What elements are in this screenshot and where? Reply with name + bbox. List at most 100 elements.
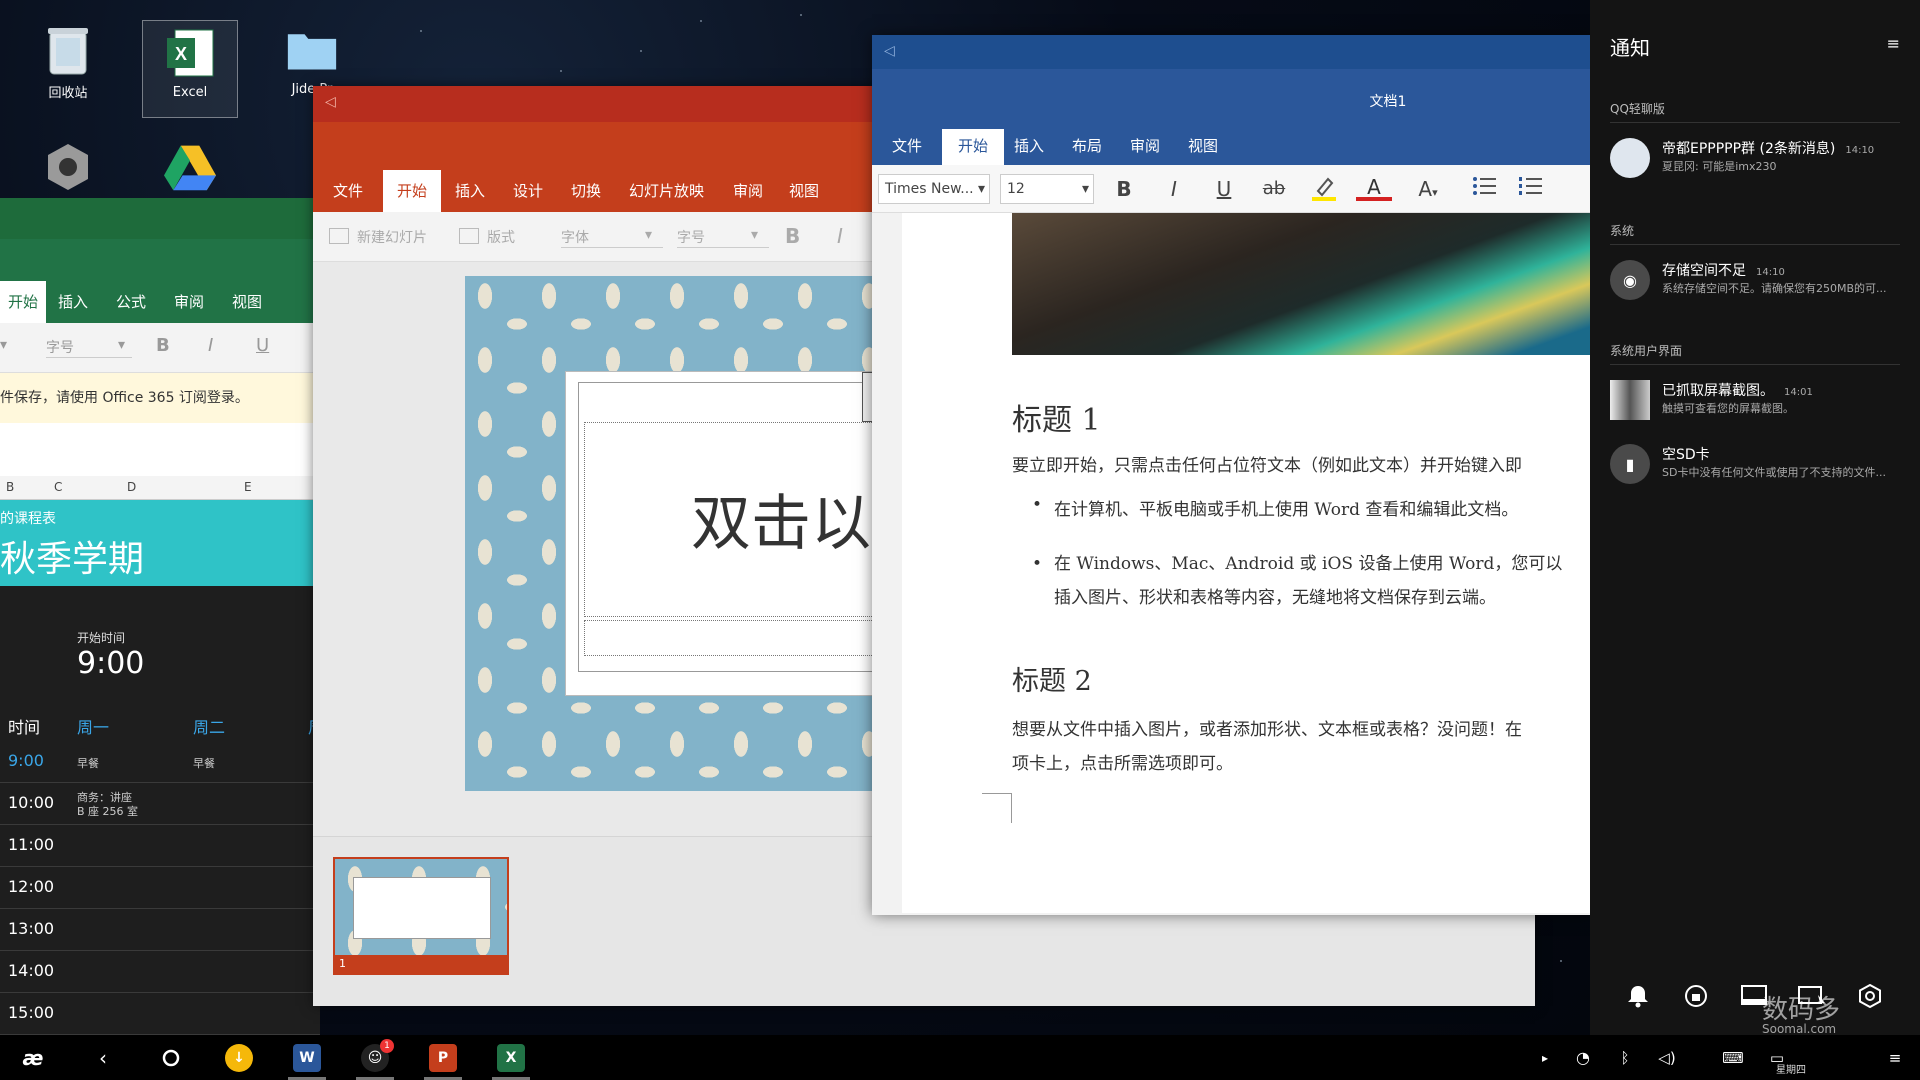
heading-2[interactable]: 标题 2 <box>1012 659 1092 698</box>
column-header-b[interactable]: B <box>6 480 14 494</box>
highlight-icon[interactable] <box>1306 175 1342 203</box>
schedule-subtitle: 的课程表 <box>0 511 56 527</box>
word-font-color-button[interactable]: A <box>1356 175 1392 201</box>
schedule-banner[interactable]: 的课程表 秋季学期 <box>0 500 320 586</box>
heading-1[interactable]: 标题 1 <box>1012 395 1101 439</box>
subtitle-placeholder[interactable]: 双 <box>584 620 885 656</box>
excel-taskbar-icon[interactable]: X <box>486 1035 536 1080</box>
excel-shortcut[interactable]: X Excel <box>142 20 238 118</box>
cast-screen-icon[interactable] <box>1794 978 1830 1014</box>
settings-icon[interactable] <box>1852 978 1888 1014</box>
word-underline-button[interactable]: U <box>1206 175 1242 203</box>
ppt-tab-transitions[interactable]: 切换 <box>571 170 601 212</box>
word-strikethrough-button[interactable]: ab <box>1256 175 1292 203</box>
font-size-chevron-icon[interactable]: ▾ <box>0 337 7 353</box>
screenshot-thumbnail <box>1610 380 1650 420</box>
schedule-cell[interactable]: B 座 256 室 <box>77 803 138 819</box>
powerpoint-taskbar-icon[interactable]: P <box>418 1035 468 1080</box>
title-placeholder[interactable]: 双击以 <box>584 422 885 617</box>
rotation-lock-icon[interactable] <box>1678 978 1714 1014</box>
settings-shortcut[interactable] <box>20 135 116 199</box>
ppt-tab-review[interactable]: 审阅 <box>733 170 763 212</box>
slide-content-frame: 双击以 双 <box>565 371 885 696</box>
bullet-item-1[interactable]: • 在计算机、平板电脑或手机上使用 Word 查看和编辑此文档。 <box>1032 495 1518 520</box>
table-row[interactable]: 9:00 早餐 早餐 <box>0 741 320 783</box>
back-icon[interactable]: ‹ <box>78 1035 128 1080</box>
ppt-tab-view[interactable]: 视图 <box>789 170 819 212</box>
document-page[interactable]: 标题 1 要立即开始，只需点击任何占位符文本（例如此文本）并开始键入即 • 在计算… <box>902 213 1592 913</box>
table-row[interactable]: 12:00 <box>0 867 320 909</box>
word-tab-layout[interactable]: 布局 <box>1072 129 1102 165</box>
word-tab-view[interactable]: 视图 <box>1188 129 1218 165</box>
ppt-bold-button[interactable]: B <box>785 224 800 248</box>
font-name-dropdown[interactable]: Times New... ▾ <box>878 174 990 204</box>
google-drive-icon <box>164 141 216 193</box>
word-tab-review[interactable]: 审阅 <box>1130 129 1160 165</box>
layout-button[interactable]: 版式 <box>487 227 515 247</box>
schedule-cell[interactable]: 早餐 <box>193 755 215 771</box>
schedule-cell[interactable]: 早餐 <box>77 755 99 771</box>
column-header-c[interactable]: C <box>54 480 62 494</box>
start-logo-icon[interactable]: æ <box>8 1035 58 1080</box>
word-bold-button[interactable]: B <box>1106 175 1142 203</box>
back-arrow-icon[interactable]: ◁ <box>325 94 336 110</box>
schedule-table: 开始时间 9:00 时间 周一 周二 周 9:00早餐早餐 10:00商务：讲座… <box>0 586 320 1035</box>
font-size-dropdown[interactable]: 12 ▾ <box>1000 174 1094 204</box>
table-row[interactable]: 13:00 <box>0 909 320 951</box>
word-taskbar-icon[interactable]: W <box>282 1035 332 1080</box>
bullet-item-2[interactable]: • 在 Windows、Mac、Android 或 iOS 设备上使用 Word，… <box>1032 547 1562 615</box>
paragraph-1[interactable]: 要立即开始，只需点击任何占位符文本（例如此文本）并开始键入即 <box>1012 451 1522 476</box>
volume-icon[interactable]: ◁) <box>1642 1035 1692 1080</box>
word-tab-file[interactable]: 文件 <box>892 129 922 165</box>
qq-taskbar-icon[interactable]: ☺ 1 <box>350 1035 400 1080</box>
font-size-menu-button[interactable]: A▾ <box>1406 175 1450 203</box>
ppt-tab-home[interactable]: 开始 <box>383 170 442 212</box>
excel-bold-button[interactable]: B <box>156 335 170 356</box>
slide-canvas[interactable]: 双击以 双 <box>465 276 885 791</box>
ppt-tab-slideshow[interactable]: 幻灯片放映 <box>629 170 704 212</box>
word-tab-home[interactable]: 开始 <box>942 129 1005 165</box>
ppt-tab-file[interactable]: 文件 <box>333 170 363 212</box>
notif-title: 已抓取屏幕截图。 <box>1662 383 1774 399</box>
menu-icon[interactable]: ≡ <box>1870 1035 1920 1080</box>
screen-icon[interactable] <box>1736 978 1772 1014</box>
day-header-tue[interactable]: 周二 <box>193 714 225 738</box>
bullet-list-icon[interactable] <box>1466 175 1502 203</box>
notification-title-text: 已抓取屏幕截图。 14:01 <box>1662 380 1813 400</box>
clear-all-icon[interactable]: ≡ <box>1887 34 1900 53</box>
excel-column-headers: B C D E <box>0 476 320 500</box>
table-row[interactable]: 11:00 <box>0 825 320 867</box>
column-header-e[interactable]: E <box>244 480 252 494</box>
word-italic-button[interactable]: I <box>1156 175 1192 203</box>
word-tab-insert[interactable]: 插入 <box>1014 129 1044 165</box>
day-header-mon[interactable]: 周一 <box>77 714 109 738</box>
column-header-d[interactable]: D <box>127 480 136 494</box>
google-drive-shortcut[interactable] <box>142 135 238 199</box>
excel-tab-review[interactable]: 审阅 <box>174 281 204 323</box>
start-time-value[interactable]: 9:00 <box>77 646 144 681</box>
table-row[interactable]: 14:00 <box>0 951 320 993</box>
ppt-italic-button[interactable]: I <box>837 224 843 248</box>
excel-underline-button[interactable]: U <box>256 335 269 356</box>
keyboard-icon[interactable]: ⌨ <box>1708 1035 1758 1080</box>
download-app-icon[interactable]: ↓ <box>214 1035 264 1080</box>
sd-card-icon: ▮ <box>1610 444 1650 484</box>
ppt-tab-insert[interactable]: 插入 <box>455 170 485 212</box>
slide-thumbnail[interactable]: 1 <box>333 857 509 975</box>
paragraph-2[interactable]: 想要从文件中插入图片，或者添加形状、文本框或表格？没问题！在 项卡上，点击所需选项… <box>1012 713 1522 781</box>
excel-tab-formulas[interactable]: 公式 <box>116 281 146 323</box>
ppt-tab-design[interactable]: 设计 <box>513 170 543 212</box>
table-row[interactable]: 15:00 <box>0 993 320 1035</box>
excel-tab-view[interactable]: 视图 <box>232 281 262 323</box>
excel-italic-button[interactable]: I <box>208 335 213 356</box>
excel-tab-insert[interactable]: 插入 <box>58 281 88 323</box>
numbered-list-icon[interactable] <box>1512 175 1548 203</box>
new-slide-button[interactable]: 新建幻灯片 <box>357 227 427 247</box>
document-image[interactable] <box>1012 213 1592 355</box>
home-icon[interactable] <box>146 1035 196 1080</box>
bell-icon[interactable] <box>1620 978 1656 1014</box>
table-row[interactable]: 10:00 商务：讲座 B 座 256 室 <box>0 783 320 825</box>
back-arrow-icon[interactable]: ◁ <box>884 43 895 59</box>
excel-tab-home[interactable]: 开始 <box>0 281 47 323</box>
recycle-bin-shortcut[interactable]: 回收站 <box>20 18 116 101</box>
